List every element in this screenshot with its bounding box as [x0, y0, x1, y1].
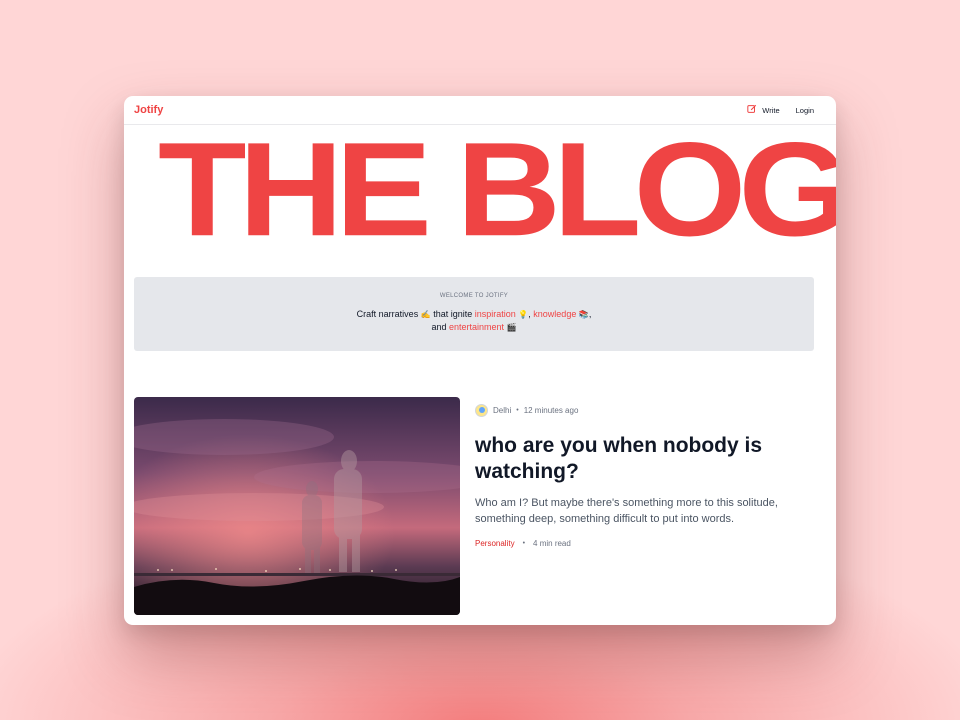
knowledge-word: knowledge: [533, 309, 577, 319]
tagline-and: and: [431, 322, 447, 332]
browser-window: Jotify Write Login THE BLOG WELCOME TO J…: [124, 96, 836, 625]
clapper-board-icon: 🎬: [506, 323, 517, 332]
inspiration-word: inspiration: [474, 309, 516, 319]
writing-hand-icon: ✍️: [420, 310, 431, 319]
welcome-label: WELCOME TO JOTIFY: [439, 293, 509, 299]
featured-post[interactable]: Delhi • 12 minutes ago who are you when …: [134, 397, 814, 615]
post-time: 12 minutes ago: [523, 406, 579, 415]
post-excerpt: Who am I? But maybe there's something mo…: [475, 497, 778, 525]
edit-square-icon: [747, 104, 757, 116]
read-time: 4 min read: [533, 539, 571, 548]
comma: ,: [588, 309, 592, 319]
author-name[interactable]: Delhi: [493, 406, 511, 415]
post-meta: Delhi • 12 minutes ago: [475, 404, 578, 417]
avatar-globe-icon[interactable]: [475, 404, 488, 417]
footer-separator: •: [522, 540, 526, 547]
write-label: Write: [762, 105, 780, 115]
post-footer: Personality • 4 min read: [475, 539, 571, 548]
brand-logo[interactable]: Jotify: [134, 104, 163, 116]
post-thumbnail[interactable]: [134, 397, 460, 615]
comma: ,: [528, 309, 531, 319]
tagline: Craft narratives ✍️ that ignite inspirat…: [134, 308, 814, 334]
category-tag[interactable]: Personality: [475, 539, 515, 548]
nav-links: Write Login: [747, 104, 814, 116]
tagline-prefix: Craft narratives: [356, 309, 419, 319]
welcome-banner: WELCOME TO JOTIFY Craft narratives ✍️ th…: [134, 277, 814, 351]
meta-separator: •: [516, 407, 519, 414]
write-link[interactable]: Write: [747, 104, 780, 116]
books-icon: 📚: [578, 310, 589, 319]
hero-title: THE BLOG: [158, 134, 836, 245]
lightbulb-icon: 💡: [518, 310, 529, 319]
post-title[interactable]: who are you when nobody is watching?: [475, 433, 805, 485]
tagline-mid: that ignite: [433, 309, 473, 319]
login-link[interactable]: Login: [796, 106, 814, 115]
entertainment-word: entertainment: [449, 322, 505, 332]
top-navbar: Jotify Write Login: [124, 96, 836, 125]
